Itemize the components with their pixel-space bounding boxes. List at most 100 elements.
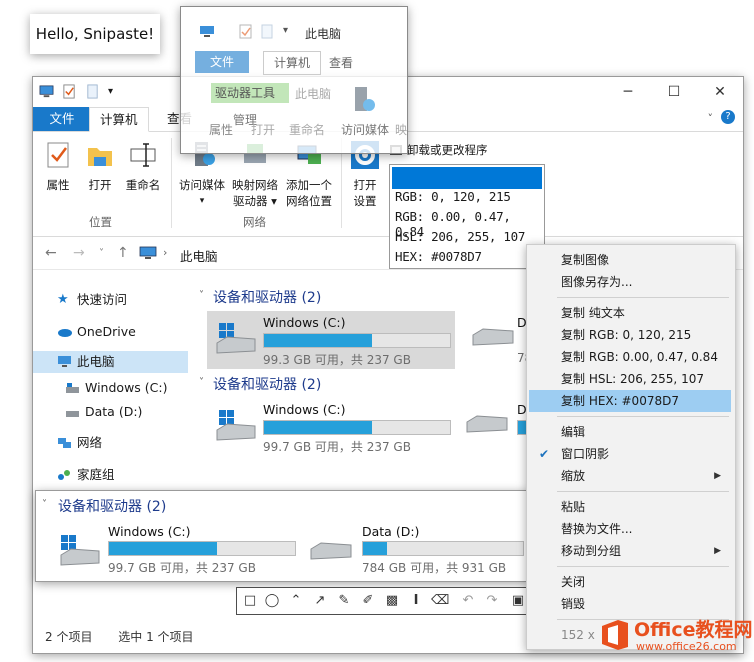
text-tool-icon[interactable]: I [407, 592, 425, 610]
eraser-tool-icon[interactable]: ⌫ [431, 592, 449, 610]
help-icon[interactable]: ? [721, 110, 735, 124]
marker-tool-icon[interactable]: ✐ [359, 592, 377, 610]
recent-dropdown-icon[interactable]: ˅ [99, 248, 104, 259]
menu-item-copy-hex[interactable]: 复制 HEX: #0078D7 [529, 390, 731, 412]
collapse-chevron-icon[interactable]: ˅ [199, 377, 204, 388]
rectangle-tool-icon[interactable]: □ [241, 592, 259, 610]
menu-item-paste[interactable]: 粘贴 [529, 496, 731, 518]
properties-button[interactable]: 属性 [41, 140, 75, 193]
submenu-arrow-icon: ▶ [714, 471, 721, 481]
polyline-tool-icon[interactable]: ⌃ [287, 592, 305, 610]
save-icon[interactable]: ▣ [509, 592, 527, 610]
menu-item-copy-hsl[interactable]: 复制 HSL: 206, 255, 107 [529, 368, 731, 390]
drive-capacity: 99.7 GB 可用，共 237 GB [263, 440, 411, 454]
sidebar-item-quick-access[interactable]: ★ 快速访问 [33, 289, 188, 311]
checkmark-icon: ✔ [539, 447, 550, 461]
windows-drive-icon [216, 410, 256, 441]
computer-icon [200, 26, 214, 37]
access-media-label: 访问媒体 [179, 178, 225, 192]
cloud-icon [58, 329, 72, 337]
menu-item-move-group[interactable]: 移动到分组 ▶ [529, 540, 731, 562]
qat-dropdown-icon[interactable]: ▾ [108, 86, 113, 97]
office-tutorial-logo: Office教程网 www.office26.com [600, 612, 753, 660]
open-label: 打开 [88, 178, 112, 192]
redo-icon[interactable]: ↷ [483, 592, 501, 610]
uninstall-label: 卸载或更改程序 [407, 143, 488, 157]
collapse-chevron-icon[interactable]: ˅ [199, 290, 204, 301]
close-button[interactable]: ✕ [697, 77, 743, 107]
sidebar-item-onedrive[interactable]: OneDrive [33, 321, 188, 343]
sidebar-item-label: Windows (C:) [85, 380, 168, 395]
ghost-drive-tools-label: 驱动器工具 [211, 83, 289, 103]
drive-tile-d[interactable]: D [465, 398, 531, 456]
hello-snip[interactable]: Hello, Snipaste! [30, 14, 160, 54]
minimize-button[interactable]: ─ [605, 77, 651, 107]
mosaic-tool-icon[interactable]: ▩ [383, 592, 401, 610]
open-button[interactable]: 打开 [83, 140, 117, 193]
sidebar-item-drive-d[interactable]: Data (D:) [33, 401, 188, 423]
sidebar-item-this-pc[interactable]: 此电脑 [33, 351, 188, 373]
menu-item-edit[interactable]: 编辑 [529, 421, 731, 443]
new-folder-icon [261, 24, 273, 39]
sidebar-item-homegroup[interactable]: 家庭组 [33, 464, 188, 486]
sidebar-item-drive-c[interactable]: Windows (C:) [33, 377, 188, 399]
drive-usage-fill [109, 542, 217, 555]
menu-item-label: 复制 HEX: #0078D7 [561, 394, 679, 408]
breadcrumb[interactable]: 此电脑 [180, 246, 218, 265]
chevron-down-icon[interactable]: ˅ [708, 112, 714, 125]
menu-item-copy-rgb-float[interactable]: 复制 RGB: 0.00, 0.47, 0.84 [529, 346, 731, 368]
back-arrow-icon[interactable]: ← [45, 245, 57, 261]
tab-file[interactable]: 文件 [33, 107, 91, 131]
menu-item-copy-text[interactable]: 复制 纯文本 [529, 302, 731, 324]
folder-open-icon [88, 148, 112, 166]
hsl-readout: HSL: 206, 255, 107 [395, 229, 526, 244]
map-drive-label-1: 映射网络 [232, 178, 278, 192]
group-label-location: 位置 [89, 215, 112, 229]
menu-separator [557, 297, 729, 298]
menu-item-save-as[interactable]: 图像另存为... [529, 271, 731, 293]
menu-item-copy-rgb[interactable]: 复制 RGB: 0, 120, 215 [529, 324, 731, 346]
menu-separator [557, 416, 729, 417]
ghost-tab-file: 文件 [195, 51, 249, 73]
office-logo-icon [602, 620, 628, 650]
breadcrumb-chevron-icon: › [163, 246, 168, 259]
quick-access-toolbar: ▾ [39, 84, 113, 99]
menu-item-copy-image[interactable]: 复制图像 [529, 249, 731, 271]
drive-icon [466, 415, 508, 433]
menu-item-shadow[interactable]: ✔ 窗口阴影 [529, 443, 731, 465]
rename-button[interactable]: 重命名 [123, 140, 163, 193]
computer-icon [139, 246, 157, 259]
section-title: 设备和驱动器 (2) [213, 290, 322, 306]
menu-item-label: 编辑 [561, 425, 586, 439]
menu-item-label: 复制图像 [561, 253, 610, 267]
drive-tile-c[interactable]: Windows (C:) 99.3 GB 可用，共 237 GB [207, 311, 455, 369]
menu-item-close[interactable]: 关闭 [529, 571, 731, 593]
forward-arrow-icon[interactable]: → [73, 245, 85, 261]
rename-label: 重命名 [125, 178, 161, 192]
computer-icon [39, 85, 54, 98]
pinned-drives-snip[interactable]: ˅ 设备和驱动器 (2) Windows (C:) 99.7 GB 可用，共 2… [35, 490, 529, 582]
ellipse-tool-icon[interactable]: ◯ [263, 592, 281, 610]
arrow-tool-icon[interactable]: ↗ [311, 592, 329, 610]
color-swatch [392, 167, 542, 189]
translucent-snip-window[interactable]: ▾ 此电脑 文件 计算机 查看 驱动器工具 管理 此电脑 属性 打开 重命名 访… [180, 6, 408, 154]
drive-tile-d[interactable]: D 78 [471, 311, 532, 369]
sidebar-item-network[interactable]: 网络 [33, 432, 188, 454]
ghost-ribbon-map: 映 [395, 123, 408, 137]
maximize-button[interactable]: ☐ [651, 77, 697, 107]
homegroup-icon [58, 470, 70, 480]
pencil-tool-icon[interactable]: ✎ [335, 592, 353, 610]
up-arrow-icon[interactable]: ↑ [117, 245, 129, 261]
drive-tile-c[interactable]: Windows (C:) 99.7 GB 可用，共 237 GB [207, 398, 455, 456]
tab-computer[interactable]: 计算机 [89, 107, 149, 132]
ghost-ribbon-properties: 属性 [209, 123, 234, 137]
sidebar-item-label: 此电脑 [77, 354, 115, 369]
new-folder-icon[interactable] [85, 84, 100, 99]
undo-icon[interactable]: ↶ [459, 592, 477, 610]
ribbon-separator [171, 138, 172, 228]
menu-item-zoom[interactable]: 缩放 ▶ [529, 465, 731, 487]
drive-usage-fill [363, 542, 387, 555]
menu-item-replace-file[interactable]: 替换为文件... [529, 518, 731, 540]
menu-separator [557, 491, 729, 492]
properties-check-icon[interactable] [62, 84, 77, 99]
